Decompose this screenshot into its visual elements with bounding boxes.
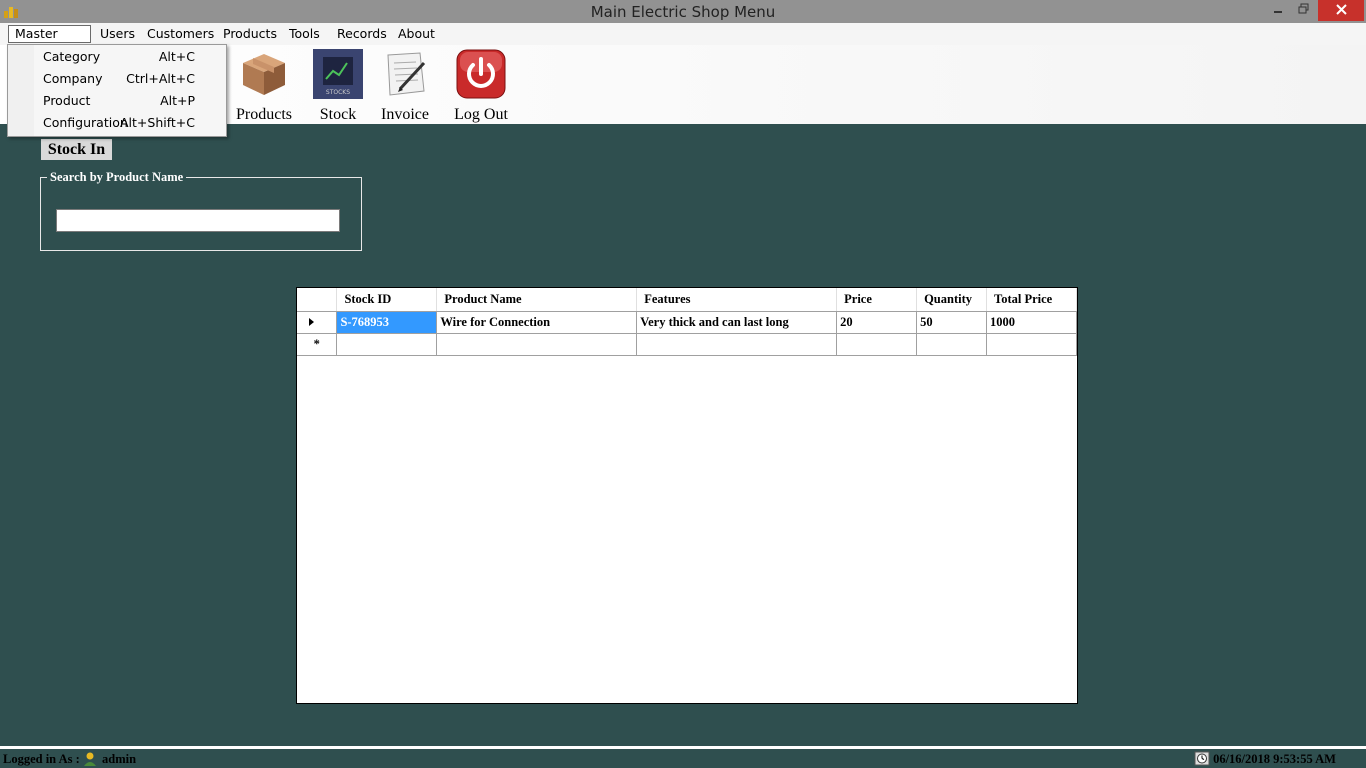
current-row-arrow-icon: [309, 317, 315, 326]
products-tool-label: Products: [236, 106, 292, 123]
datetime-status: 06/16/2018 9:53:55 AM: [1194, 751, 1336, 767]
column-header[interactable]: Price: [836, 288, 918, 312]
stock-tool-label: Stock: [319, 106, 357, 123]
menu-master-entry[interactable]: Master Entry: [8, 25, 91, 57]
table-cell[interactable]: S-768953: [336, 310, 438, 334]
table-cell[interactable]: [336, 332, 438, 356]
restore-button[interactable]: [1291, 0, 1315, 21]
column-header[interactable]: Product Name: [436, 288, 638, 312]
datetime-label: 06/16/2018 9:53:55 AM: [1213, 752, 1336, 766]
logout-tool-button[interactable]: Log Out: [450, 49, 512, 124]
menu-item-company[interactable]: Company Ctrl+Alt+C: [10, 68, 222, 90]
logout-tool-label: Log Out: [454, 106, 508, 123]
stock-table: Stock ID Product Name Features Price Qua…: [297, 288, 1077, 356]
new-row-marker[interactable]: *: [297, 332, 338, 356]
search-legend: Search by Product Name: [47, 170, 187, 184]
table-cell[interactable]: [916, 332, 988, 356]
stocks-icon: STOCKS: [313, 49, 363, 99]
menu-products[interactable]: Products: [217, 25, 283, 43]
table-cell[interactable]: [986, 332, 1077, 356]
master-entry-dropdown: Category Alt+C Company Ctrl+Alt+C Produc…: [7, 44, 227, 137]
search-input[interactable]: [56, 209, 340, 232]
menu-users[interactable]: Users: [94, 25, 141, 43]
search-groupbox: Search by Product Name: [40, 170, 362, 251]
stock-tool-button[interactable]: STOCKS Stock: [312, 49, 364, 124]
menu-records[interactable]: Records: [331, 25, 393, 43]
products-tool-button[interactable]: Products: [231, 49, 297, 124]
menu-customers[interactable]: Customers: [141, 25, 220, 43]
title-bar: Main Electric Shop Menu: [0, 0, 1366, 23]
page-title: Stock In: [41, 139, 112, 160]
column-header[interactable]: Features: [636, 288, 838, 312]
menu-bar: Master Entry Users Customers Products To…: [0, 23, 1366, 57]
table-cell[interactable]: Wire for Connection: [436, 310, 638, 334]
column-header[interactable]: Total Price: [986, 288, 1077, 312]
table-cell[interactable]: [436, 332, 638, 356]
invoice-tool-label: Invoice: [381, 106, 429, 123]
column-header[interactable]: Quantity: [916, 288, 988, 312]
table-row[interactable]: S-768953 Wire for Connection Very thick …: [297, 310, 1077, 334]
table-cell[interactable]: [836, 332, 918, 356]
table-cell[interactable]: 20: [836, 310, 918, 334]
new-table-row[interactable]: *: [297, 332, 1077, 356]
table-cell[interactable]: Very thick and can last long: [636, 310, 838, 334]
user-icon: [83, 752, 96, 766]
box-icon: [243, 54, 285, 95]
invoice-tool-button[interactable]: Invoice: [377, 49, 433, 124]
menu-item-category[interactable]: Category Alt+C: [10, 46, 222, 68]
table-cell[interactable]: 1000: [986, 310, 1077, 334]
menu-about[interactable]: About: [392, 25, 441, 43]
minimize-button[interactable]: [1266, 0, 1290, 21]
status-bar: Logged in As : admin 06/16/2018 9:53:55 …: [0, 746, 1366, 768]
invoice-icon: [387, 52, 426, 96]
power-icon: [456, 49, 506, 99]
stock-grid[interactable]: Stock ID Product Name Features Price Qua…: [296, 287, 1078, 704]
minimize-icon: [1274, 11, 1282, 13]
restore-icon: [1298, 3, 1308, 14]
row-header-corner: [297, 288, 338, 312]
table-cell[interactable]: 50: [916, 310, 988, 334]
menu-tools[interactable]: Tools: [283, 25, 326, 43]
close-button[interactable]: [1318, 0, 1364, 21]
table-cell[interactable]: [636, 332, 838, 356]
menu-item-configuration[interactable]: Configuration Alt+Shift+C: [10, 112, 222, 134]
row-header[interactable]: [297, 310, 338, 334]
logged-in-label: Logged in As :: [3, 752, 80, 766]
clock-icon: [1194, 751, 1210, 766]
column-header[interactable]: Stock ID: [336, 288, 438, 312]
close-icon: [1335, 4, 1347, 15]
logged-in-user: admin: [102, 752, 137, 766]
login-status: Logged in As : admin: [3, 751, 136, 767]
table-header-row: Stock ID Product Name Features Price Qua…: [297, 288, 1077, 312]
menu-item-product[interactable]: Product Alt+P: [10, 90, 222, 112]
window-title: Main Electric Shop Menu: [590, 3, 776, 21]
svg-text:STOCKS: STOCKS: [326, 89, 350, 96]
